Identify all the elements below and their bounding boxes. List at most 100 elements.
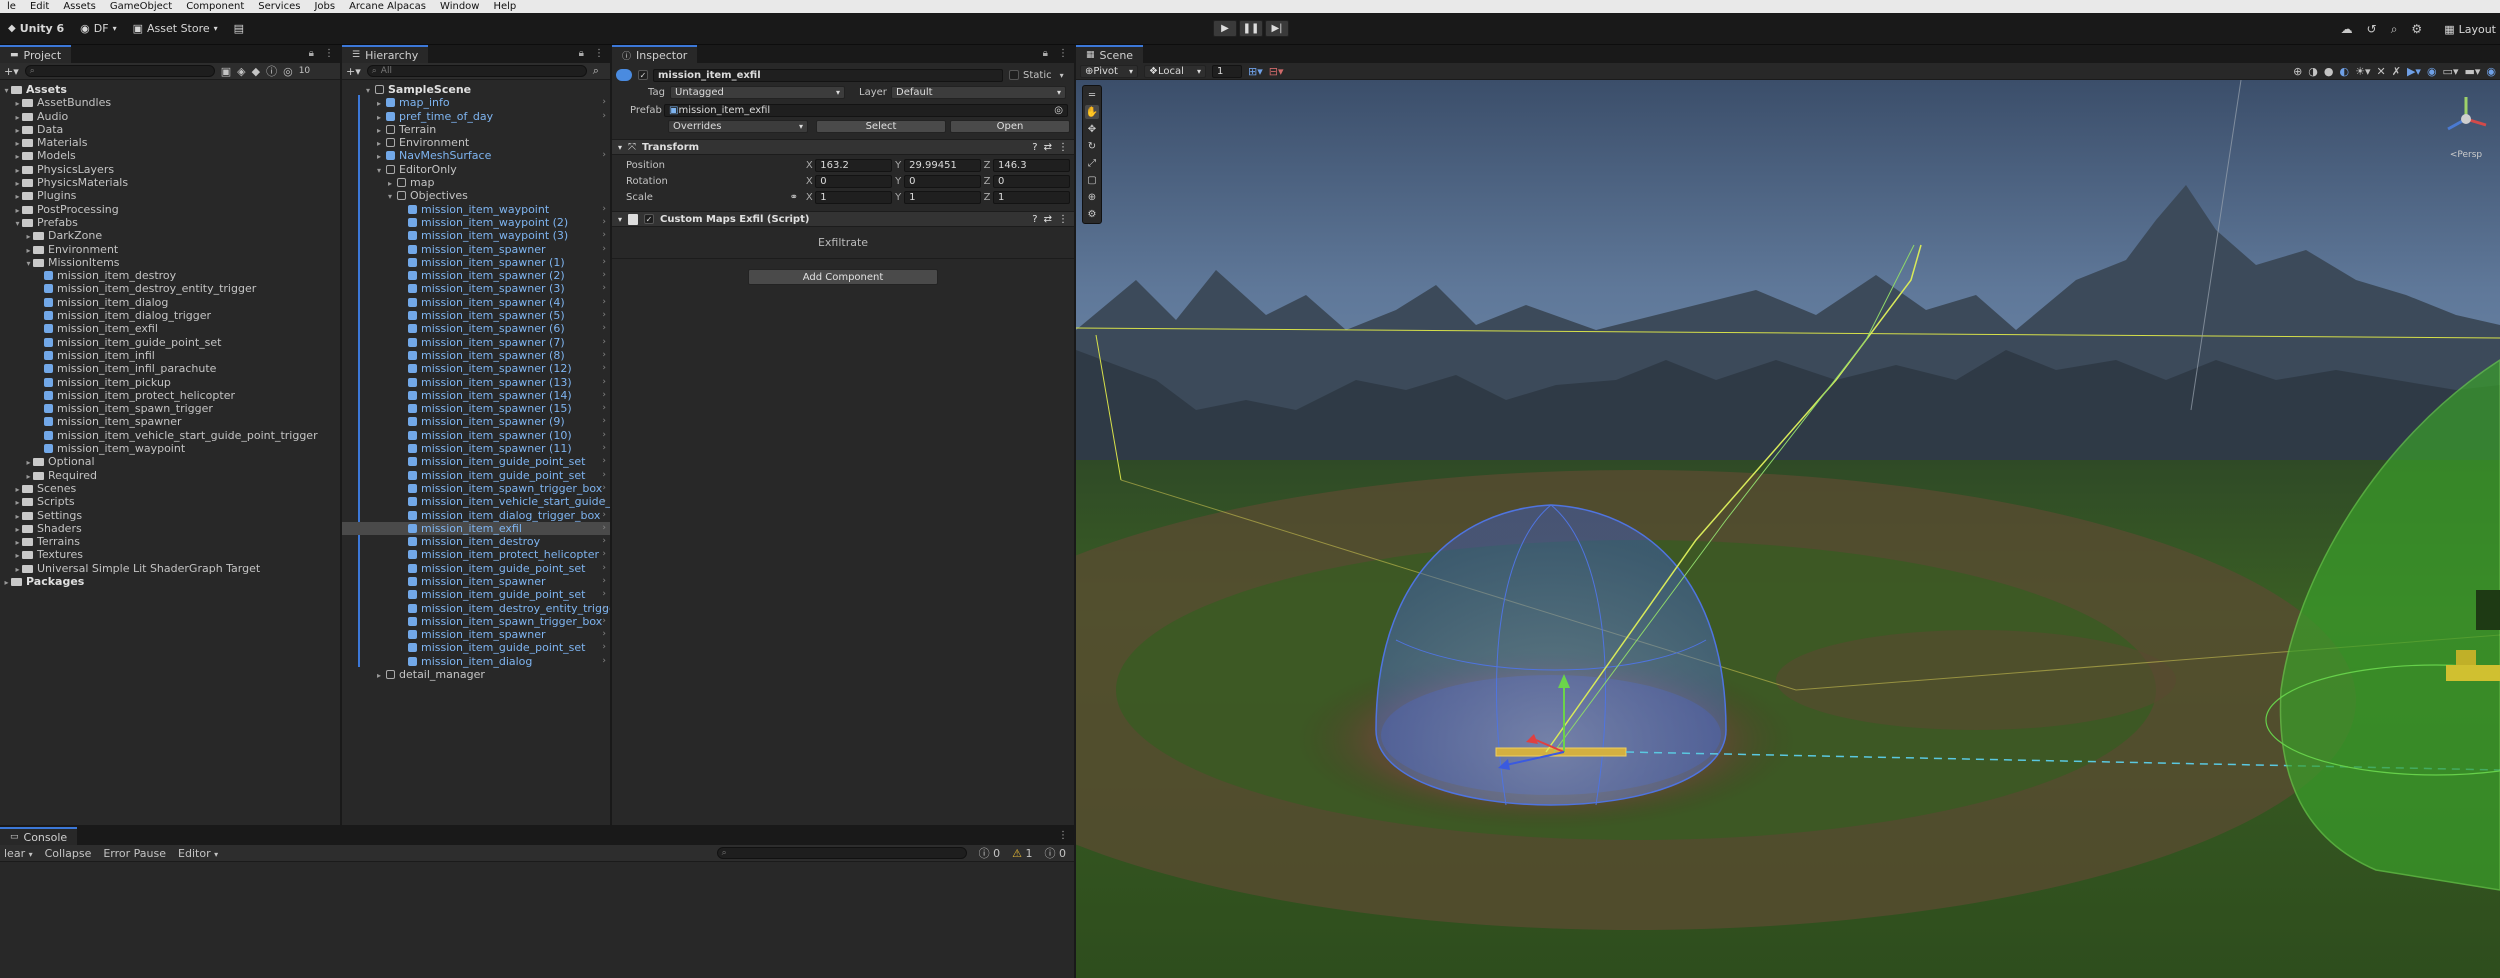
project-folder-item[interactable]: ▸ PhysicsMaterials [0,176,340,189]
menu-services[interactable]: Services [251,1,307,12]
custom-tool-icon[interactable]: ⚙ [1085,207,1099,221]
menu-file[interactable]: le [0,1,23,12]
active-checkbox[interactable]: ✓ [638,70,648,80]
scale-x-field[interactable]: 1 [815,190,893,204]
hierarchy-item[interactable]: mission_item_spawner (9) › [342,415,610,428]
open-button[interactable]: Open [950,119,1070,133]
preset-icon[interactable]: ⇄ [1044,142,1052,153]
lock-icon[interactable]: 🔒︎ [309,48,314,59]
warning-count-toggle[interactable]: ⚠ 1 [1012,847,1032,860]
camera-icon[interactable]: ▶▾ [2407,65,2421,78]
hierarchy-item[interactable]: mission_item_waypoint (3) › [342,229,610,242]
chevron-right-icon[interactable]: › [602,548,606,561]
chevron-right-icon[interactable]: › [602,615,606,628]
position-x-field[interactable]: 163.2 [815,158,893,172]
chevron-right-icon[interactable]: › [602,429,606,442]
hand-tool-icon[interactable]: ✋ [1085,105,1099,119]
chevron-down-icon[interactable]: ▾ [13,217,22,230]
filter-type-icon[interactable]: ▣ [221,65,231,78]
script-component-header[interactable]: ▾ ✓ Custom Maps Exfil (Script) ? ⇄ ⋮ [612,211,1074,227]
grid-size-field[interactable]: 1 [1212,64,1242,78]
static-checkbox[interactable] [1009,70,1019,80]
hierarchy-item[interactable]: mission_item_spawner (12) › [342,362,610,375]
error-count-toggle[interactable]: ⓘ 0 [1045,845,1067,861]
chevron-right-icon[interactable]: ▸ [13,97,22,110]
history-icon[interactable]: ↺ [2367,22,2377,36]
chevron-right-icon[interactable]: ▸ [13,510,22,523]
chevron-right-icon[interactable]: › [602,455,606,468]
chevron-right-icon[interactable]: › [602,322,606,335]
position-y-field[interactable]: 29.99451 [904,158,982,172]
hierarchy-item[interactable]: mission_item_spawner (6) › [342,322,610,335]
hierarchy-item[interactable]: ▾ EditorOnly [342,163,610,176]
grid-snap-icon[interactable]: ⊞▾ [1248,65,1263,78]
tab-console[interactable]: ▭ Console [0,827,78,845]
rotate-tool-icon[interactable]: ↻ [1085,139,1099,153]
account-dropdown[interactable]: ◉ DF ▾ [72,20,124,38]
error-pause-button[interactable]: Error Pause [103,847,166,860]
globe-icon[interactable]: ◉ [2486,65,2496,78]
shading-icon[interactable]: ● [2324,65,2334,78]
chevron-right-icon[interactable]: › [602,282,606,295]
chevron-down-icon[interactable]: ▾ [24,257,33,270]
chevron-right-icon[interactable]: ▸ [13,190,22,203]
info-icon[interactable]: ⓘ [266,63,277,79]
step-button[interactable]: ▶| [1265,20,1289,37]
rotation-x-field[interactable]: 0 [815,174,893,188]
chevron-down-icon[interactable]: ▾ [2,84,11,97]
collapse-button[interactable]: Collapse [45,847,92,860]
hierarchy-item[interactable]: mission_item_spawn_trigger_box › [342,482,610,495]
hierarchy-item[interactable]: ▸ detail_manager [342,668,610,681]
pivot-dropdown[interactable]: ⊕Pivot ▾ [1080,64,1138,78]
orientation-gizmo[interactable]: <Persp [2438,91,2494,161]
menu-arcane-alpacas[interactable]: Arcane Alpacas [342,1,433,12]
palette-handle-icon[interactable]: ═ [1085,88,1099,102]
audio-icon[interactable]: ✕ [2377,65,2386,78]
overrides-dropdown[interactable]: Overrides ▾ [668,119,808,133]
menu-help[interactable]: Help [486,1,523,12]
project-prefab-item[interactable]: mission_item_destroy [0,269,340,282]
chevron-right-icon[interactable]: ▸ [13,137,22,150]
chevron-right-icon[interactable]: › [602,96,606,109]
chevron-right-icon[interactable]: ▸ [13,563,22,576]
hierarchy-item[interactable]: mission_item_spawner › [342,243,610,256]
chevron-right-icon[interactable]: ▸ [377,97,386,110]
hierarchy-item[interactable]: ▸ pref_time_of_day › [342,110,610,123]
chevron-right-icon[interactable]: ▸ [13,111,22,124]
rect-tool-icon[interactable]: ▢ [1085,173,1099,187]
scale-y-field[interactable]: 1 [904,190,982,204]
project-folder-item[interactable]: ▸ Universal Simple Lit ShaderGraph Target [0,562,340,575]
filter-label-icon[interactable]: ◈ [237,65,245,78]
tab-hierarchy[interactable]: ☰ Hierarchy [342,45,429,63]
project-prefab-item[interactable]: mission_item_dialog [0,296,340,309]
add-icon[interactable]: +▾ [4,65,19,78]
more-menu-icon[interactable]: ⋮ [1058,48,1068,59]
hierarchy-item[interactable]: mission_item_spawner (3) › [342,282,610,295]
chevron-right-icon[interactable]: › [602,482,606,495]
lock-icon[interactable]: 🔒︎ [1043,48,1048,59]
layer-dropdown[interactable]: Default ▾ [891,85,1066,99]
chevron-right-icon[interactable]: ▸ [13,177,22,190]
hierarchy-item[interactable]: mission_item_spawner (10) › [342,429,610,442]
chevron-right-icon[interactable]: › [602,522,606,535]
chevron-right-icon[interactable]: ▸ [377,124,386,137]
chevron-right-icon[interactable]: › [602,229,606,242]
chevron-right-icon[interactable]: ▸ [13,483,22,496]
hierarchy-item[interactable]: mission_item_waypoint › [342,203,610,216]
chevron-right-icon[interactable]: › [602,336,606,349]
script-enabled-checkbox[interactable]: ✓ [644,214,655,224]
console-search-input[interactable]: ⌕ [716,847,967,859]
hierarchy-item[interactable]: mission_item_guide_point_set › [342,455,610,468]
hierarchy-item[interactable]: mission_item_destroy › [342,535,610,548]
chevron-right-icon[interactable]: ▾ [366,84,375,97]
menu-component[interactable]: Component [179,1,251,12]
chevron-right-icon[interactable]: ▸ [13,549,22,562]
project-prefab-item[interactable]: mission_item_guide_point_set [0,336,340,349]
chevron-right-icon[interactable]: › [602,655,606,668]
lock-icon[interactable]: 🔒︎ [579,48,584,59]
chevron-right-icon[interactable]: › [602,110,606,123]
package-icon-button[interactable]: ▤ [226,20,252,38]
chevron-right-icon[interactable]: › [602,415,606,428]
project-prefab-item[interactable]: mission_item_destroy_entity_trigger [0,282,340,295]
project-folder-item[interactable]: ▸ PhysicsLayers [0,163,340,176]
